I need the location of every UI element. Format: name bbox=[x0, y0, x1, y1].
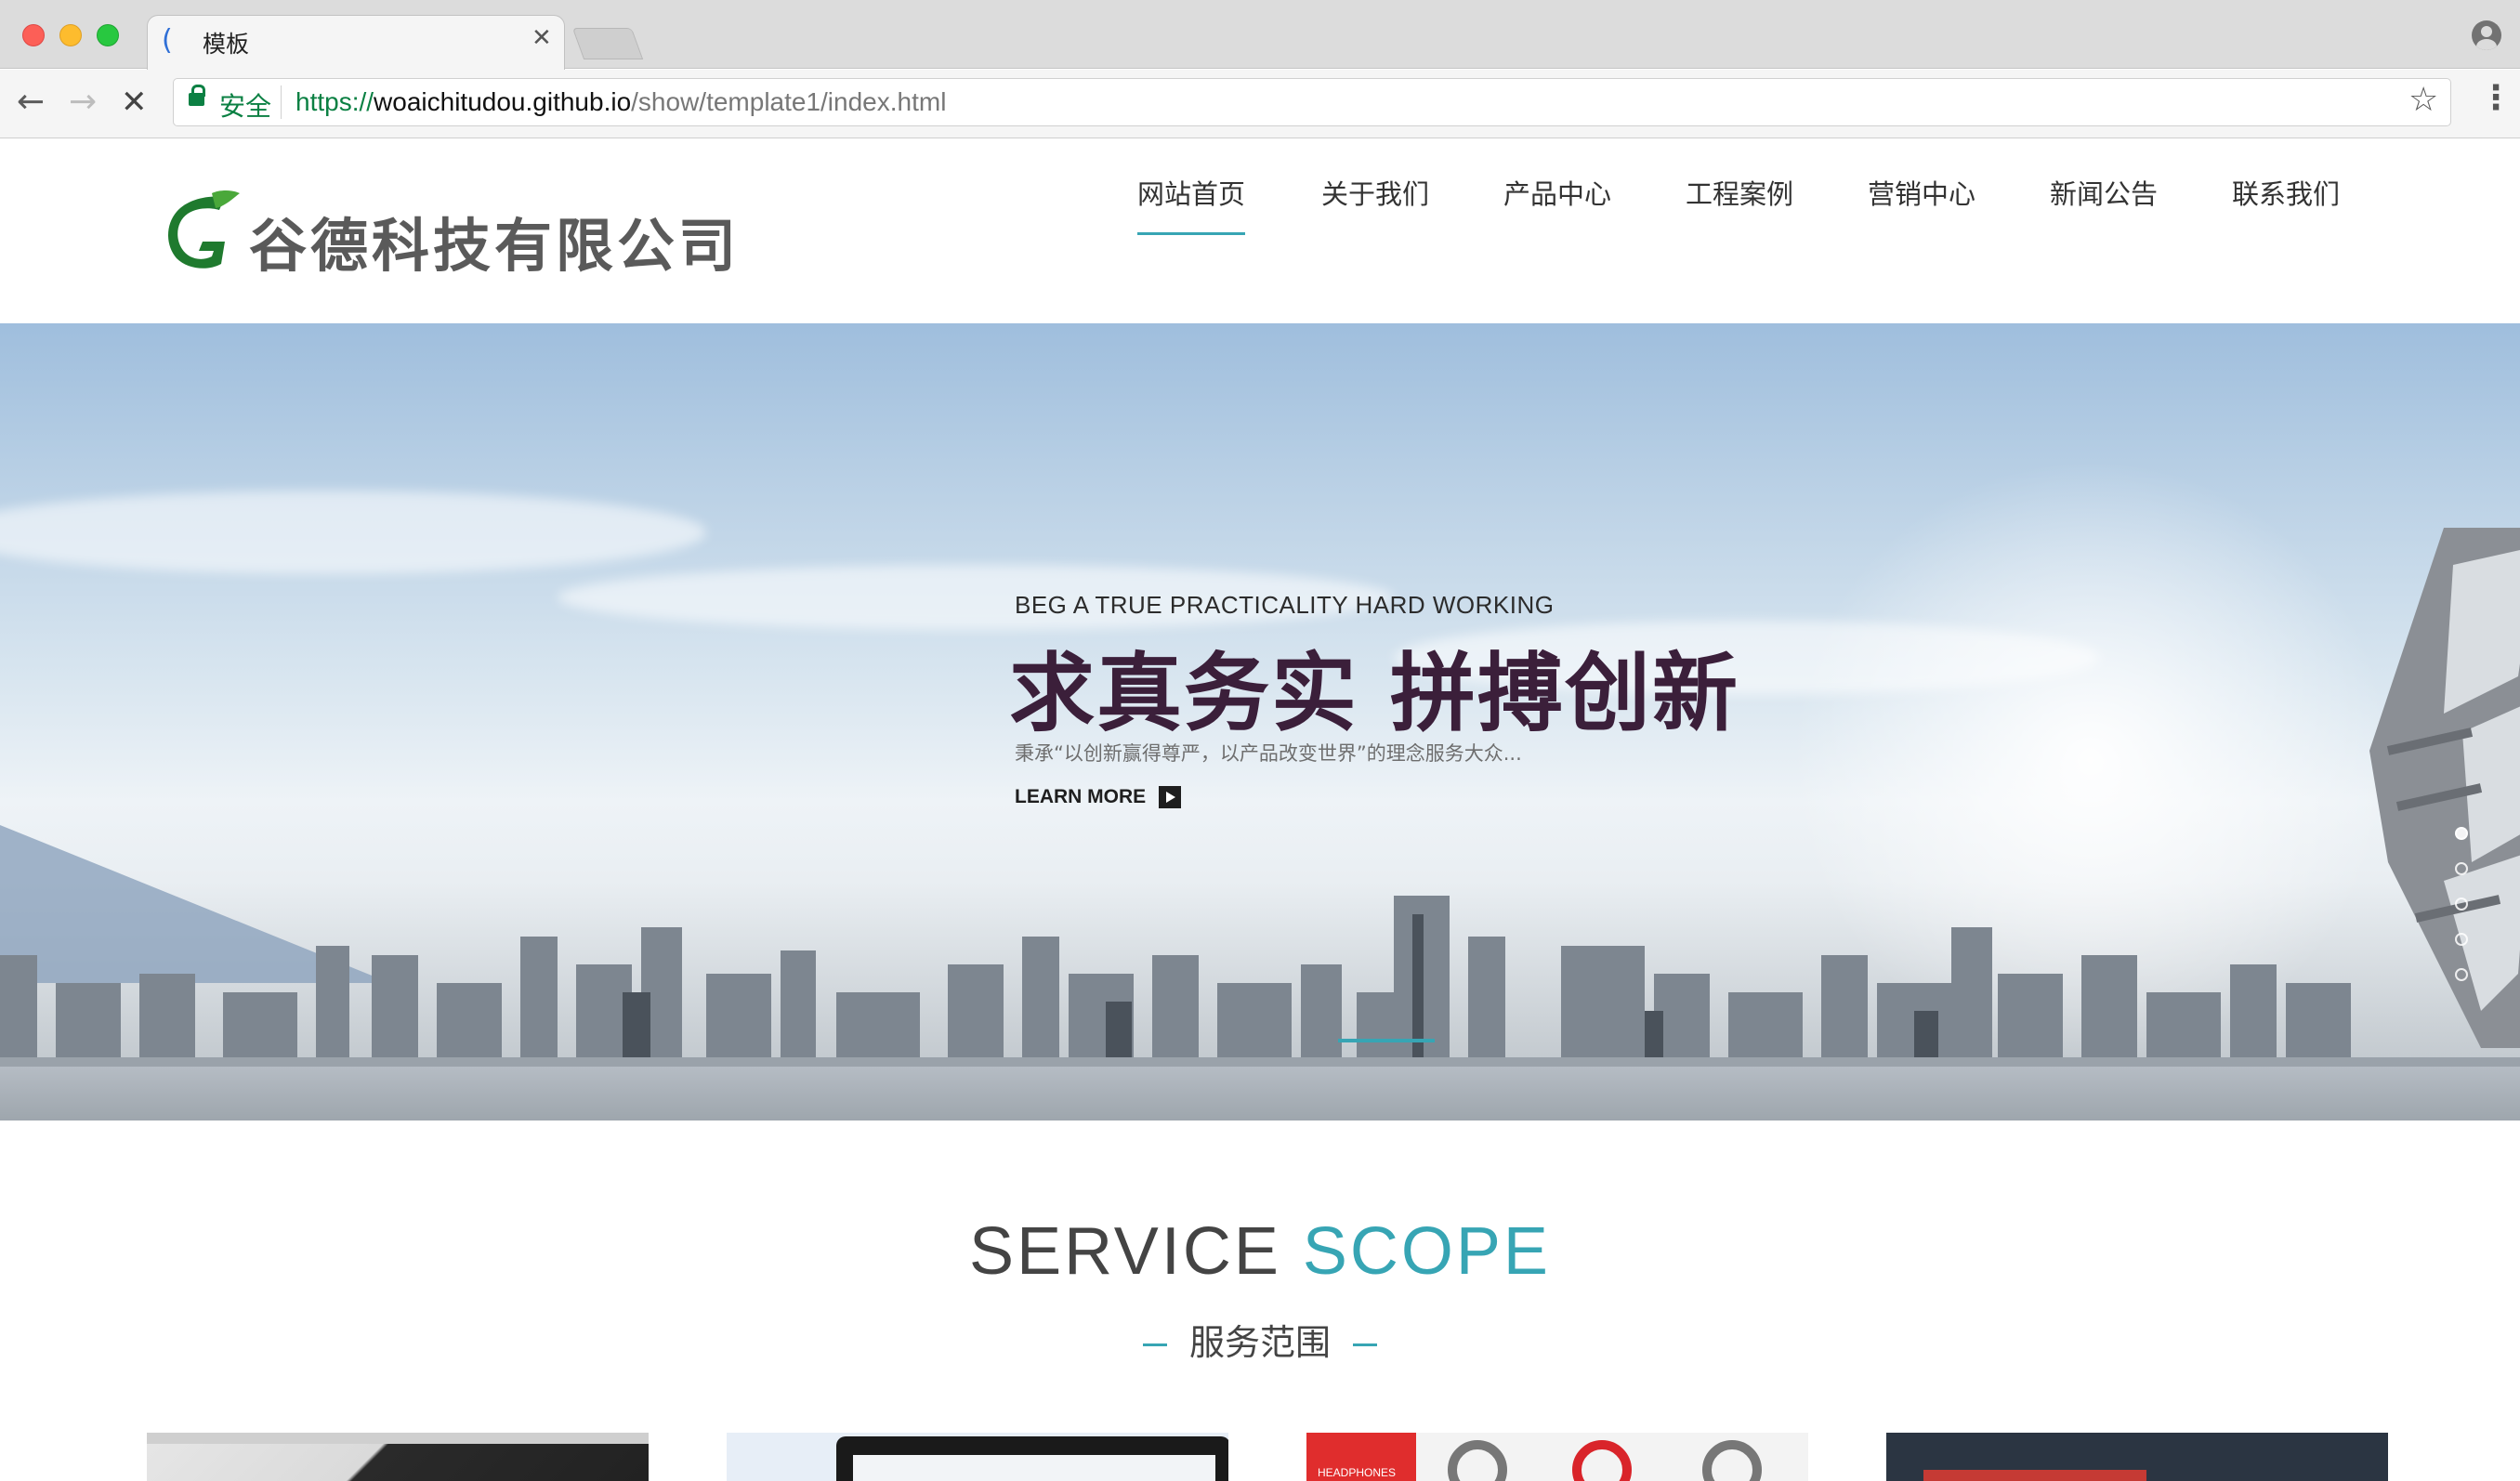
accent-dash bbox=[1142, 1343, 1167, 1346]
slider-dot[interactable] bbox=[2455, 898, 2468, 911]
headphone-image bbox=[1702, 1440, 1762, 1481]
learn-more-label: LEARN MORE bbox=[1015, 786, 1147, 807]
nav-contact[interactable]: 联系我们 bbox=[2232, 173, 2340, 232]
subtitle-text: 服务范围 bbox=[1188, 1322, 1331, 1363]
hero-headline: 求真务实 拼搏创新 bbox=[1009, 644, 1740, 743]
close-tab-icon[interactable]: ✕ bbox=[532, 26, 552, 50]
headphone-image bbox=[1448, 1440, 1507, 1481]
play-arrow-icon bbox=[1159, 786, 1182, 808]
card-top-strip bbox=[147, 1433, 649, 1444]
service-cards: HEADPHONES bbox=[0, 1433, 2520, 1481]
headphone-image bbox=[1572, 1440, 1632, 1481]
profile-icon[interactable] bbox=[2472, 20, 2501, 50]
slider-dot[interactable] bbox=[2455, 827, 2468, 840]
company-name[interactable]: 谷德科技有限公司 bbox=[249, 199, 740, 282]
hero-description: 秉承“以创新赢得尊严，以产品改变世界”的理念服务大众... bbox=[1015, 742, 1522, 765]
title-part-service: SERVICE bbox=[969, 1214, 1281, 1289]
url-text[interactable]: https://woaichitudou.github.io/show/temp… bbox=[295, 87, 946, 117]
slider-dot[interactable] bbox=[2455, 968, 2468, 981]
nav-products[interactable]: 产品中心 bbox=[1503, 173, 1611, 232]
nav-home[interactable]: 网站首页 bbox=[1137, 173, 1246, 235]
slider-dot[interactable] bbox=[2455, 933, 2468, 946]
service-card-image[interactable] bbox=[147, 1433, 649, 1481]
slide-progress-indicator bbox=[1338, 1039, 1435, 1042]
company-logo-icon[interactable] bbox=[160, 190, 243, 273]
service-scope-subtitle: 服务范围 bbox=[0, 1314, 2520, 1365]
tab-title: 模板 bbox=[203, 31, 250, 58]
nav-marketing[interactable]: 营销中心 bbox=[1868, 173, 1975, 232]
slider-pagination bbox=[2455, 827, 2470, 1003]
cloud-decoration bbox=[0, 491, 706, 574]
close-window-button[interactable] bbox=[22, 24, 45, 46]
laptop-screen-image bbox=[836, 1436, 1228, 1481]
minimize-window-button[interactable] bbox=[59, 24, 82, 46]
more-menu-icon[interactable]: ⋮ bbox=[2479, 82, 2513, 115]
loading-spinner-icon: ( bbox=[162, 24, 173, 57]
slider-dot[interactable] bbox=[2455, 862, 2468, 875]
headphones-label: HEADPHONES bbox=[1306, 1433, 1416, 1481]
service-card-image[interactable]: HEADPHONES bbox=[1306, 1433, 1808, 1481]
nav-cases[interactable]: 工程案例 bbox=[1686, 173, 1793, 232]
back-arrow-icon[interactable]: ← bbox=[17, 85, 45, 119]
url-scheme: https:// bbox=[295, 87, 374, 116]
security-label[interactable]: 安全 bbox=[219, 86, 271, 124]
service-scope-title: SERVICE SCOPE bbox=[0, 1213, 2520, 1290]
accent-dash bbox=[1353, 1343, 1377, 1346]
service-card-image[interactable] bbox=[1886, 1433, 2388, 1481]
lock-icon bbox=[189, 85, 205, 106]
main-navigation: 网站首页 关于我们 产品中心 工程案例 营销中心 新闻公告 联系我们 bbox=[1104, 173, 2386, 235]
nav-news[interactable]: 新闻公告 bbox=[2050, 173, 2158, 232]
url-host: woaichitudou.github.io bbox=[374, 87, 632, 116]
title-part-scope: SCOPE bbox=[1302, 1214, 1551, 1289]
bookmark-star-icon[interactable]: ☆ bbox=[2408, 84, 2438, 117]
learn-more-button[interactable]: LEARN MORE bbox=[1015, 786, 1182, 808]
nav-about[interactable]: 关于我们 bbox=[1321, 173, 1429, 232]
lattice-tower-image bbox=[2369, 528, 2520, 1048]
stop-loading-icon[interactable]: ✕ bbox=[121, 85, 148, 119]
maximize-window-button[interactable] bbox=[97, 24, 119, 46]
card-accent-bar bbox=[1923, 1470, 2146, 1481]
hero-english-tagline: BEG A TRUE PRACTICALITY HARD WORKING bbox=[1015, 591, 1555, 619]
url-path: /show/template1/index.html bbox=[631, 87, 947, 116]
forward-arrow-icon[interactable]: → bbox=[69, 85, 97, 119]
new-tab-button[interactable] bbox=[571, 28, 644, 59]
service-card-image[interactable] bbox=[727, 1433, 1228, 1481]
address-divider bbox=[281, 85, 282, 119]
harbor-water bbox=[0, 1067, 2520, 1121]
